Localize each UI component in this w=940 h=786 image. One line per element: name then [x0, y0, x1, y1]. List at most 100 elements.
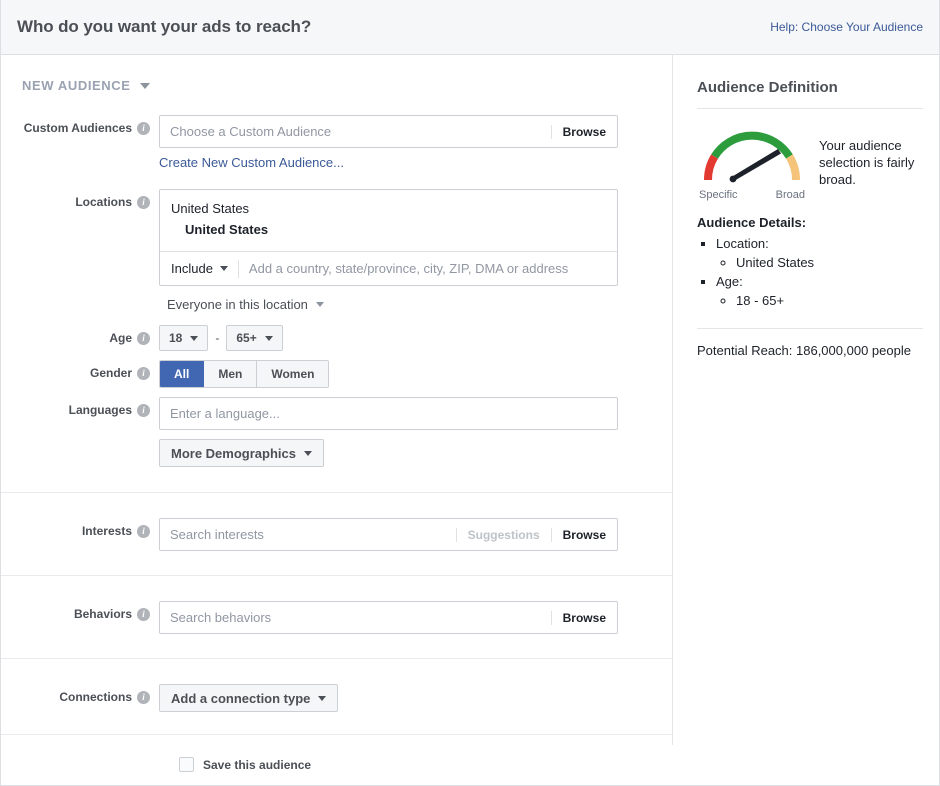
add-connection-type-button[interactable]: Add a connection type: [159, 684, 338, 712]
age-min-value: 18: [169, 331, 182, 345]
chevron-down-icon: [140, 83, 150, 89]
languages-label-wrap: Languages i: [1, 397, 159, 417]
location-item[interactable]: United States: [171, 219, 606, 240]
custom-audiences-browse-button[interactable]: Browse: [551, 125, 617, 139]
audience-gauge-wrap: Specific Broad Your audience selection i…: [697, 125, 923, 201]
behaviors-row: Behaviors i Browse: [1, 601, 672, 634]
behaviors-browse-button[interactable]: Browse: [551, 611, 617, 625]
age-control: 18 - 65+: [159, 325, 672, 351]
more-demographics-spacer: [1, 439, 159, 445]
audience-detail-age-value: 18 - 65+: [736, 291, 923, 310]
audience-detail-location: Location: United States: [716, 234, 923, 272]
age-min-dropdown[interactable]: 18: [159, 325, 208, 351]
behaviors-control: Browse: [159, 601, 672, 634]
info-icon[interactable]: i: [137, 196, 150, 209]
gender-option-women[interactable]: Women: [257, 361, 328, 387]
page-title: Who do you want your ads to reach?: [17, 17, 311, 37]
locations-label: Locations: [75, 195, 132, 209]
gender-option-men[interactable]: Men: [204, 361, 257, 387]
info-icon[interactable]: i: [137, 122, 150, 135]
chevron-down-icon: [316, 302, 324, 307]
more-demographics-button[interactable]: More Demographics: [159, 439, 324, 467]
interests-suggestions-button[interactable]: Suggestions: [456, 528, 551, 542]
ads-audience-page: Who do you want your ads to reach? Help:…: [0, 0, 940, 786]
languages-control: [159, 397, 672, 430]
potential-reach: Potential Reach: 186,000,000 people: [697, 343, 923, 358]
location-audience-scope-label: Everyone in this location: [167, 297, 308, 312]
behaviors-label-wrap: Behaviors i: [1, 601, 159, 621]
chevron-down-icon: [265, 336, 273, 341]
locations-row: Locations i United States United States …: [1, 189, 672, 316]
connections-label: Connections: [59, 690, 132, 704]
custom-audiences-label-wrap: Custom Audiences i: [1, 115, 159, 135]
locations-input-row: Include: [160, 251, 617, 285]
interests-input[interactable]: [160, 527, 456, 542]
gender-control: All Men Women: [159, 360, 672, 388]
custom-audiences-input[interactable]: [160, 124, 551, 139]
location-include-label: Include: [171, 261, 213, 276]
interests-label-wrap: Interests i: [1, 518, 159, 538]
gender-option-all[interactable]: All: [160, 361, 204, 387]
behaviors-label: Behaviors: [74, 607, 132, 621]
save-audience-label: Save this audience: [203, 758, 311, 772]
gender-label: Gender: [90, 366, 132, 380]
connections-control: Add a connection type: [159, 684, 672, 712]
page-body: NEW AUDIENCE Custom Audiences i Browse: [1, 55, 939, 772]
audience-detail-location-value: United States: [736, 253, 923, 272]
custom-audiences-label: Custom Audiences: [24, 121, 132, 135]
interests-section: Interests i Suggestions Browse: [1, 493, 672, 576]
audience-detail-location-label: Location:: [716, 236, 769, 251]
info-icon[interactable]: i: [137, 608, 150, 621]
behaviors-box: Browse: [159, 601, 618, 634]
demographics-section: Custom Audiences i Browse Create New Cus…: [1, 115, 672, 493]
chevron-down-icon: [304, 451, 312, 456]
chevron-down-icon: [190, 336, 198, 341]
age-row: Age i 18 - 65+: [1, 325, 672, 351]
interests-box: Suggestions Browse: [159, 518, 618, 551]
save-audience-checkbox[interactable]: [179, 757, 194, 772]
gauge-labels: Specific Broad: [697, 189, 807, 201]
languages-input[interactable]: [160, 406, 617, 421]
interests-browse-button[interactable]: Browse: [551, 528, 617, 542]
more-demographics-label: More Demographics: [171, 446, 296, 461]
help-link[interactable]: Help: Choose Your Audience: [770, 20, 923, 34]
chevron-down-icon: [220, 266, 228, 271]
gauge-label-broad: Broad: [776, 189, 805, 201]
divider: [697, 108, 923, 109]
behaviors-input[interactable]: [160, 610, 551, 625]
custom-audiences-control: Browse Create New Custom Audience...: [159, 115, 672, 180]
info-icon[interactable]: i: [137, 367, 150, 380]
audience-gauge: Specific Broad: [697, 125, 807, 201]
add-connection-type-label: Add a connection type: [171, 691, 310, 706]
location-audience-scope-dropdown[interactable]: Everyone in this location: [167, 297, 324, 312]
gender-label-wrap: Gender i: [1, 360, 159, 380]
page-header: Who do you want your ads to reach? Help:…: [1, 0, 939, 55]
age-max-dropdown[interactable]: 65+: [226, 325, 282, 351]
info-icon[interactable]: i: [137, 525, 150, 538]
locations-box: United States United States Include: [159, 189, 618, 286]
languages-label: Languages: [69, 403, 132, 417]
location-include-dropdown[interactable]: Include: [160, 260, 239, 278]
info-icon[interactable]: i: [137, 691, 150, 704]
more-demographics-control: More Demographics: [159, 439, 672, 467]
languages-row: Languages i: [1, 397, 672, 430]
behaviors-section: Behaviors i Browse: [1, 576, 672, 659]
audience-definition-title: Audience Definition: [697, 79, 923, 96]
age-separator: -: [215, 331, 219, 345]
info-icon[interactable]: i: [137, 404, 150, 417]
locations-label-wrap: Locations i: [1, 189, 159, 209]
locations-list: United States United States: [160, 190, 617, 251]
age-label-wrap: Age i: [1, 325, 159, 345]
info-icon[interactable]: i: [137, 332, 150, 345]
create-custom-audience-link[interactable]: Create New Custom Audience...: [159, 155, 344, 170]
audience-definition-panel: Audience Definition: [672, 55, 939, 745]
audience-form: NEW AUDIENCE Custom Audiences i Browse: [1, 55, 672, 772]
audience-detail-age: Age: 18 - 65+: [716, 272, 923, 310]
custom-audiences-row: Custom Audiences i Browse Create New Cus…: [1, 115, 672, 180]
locations-control: United States United States Include: [159, 189, 672, 316]
new-audience-label: NEW AUDIENCE: [22, 78, 131, 93]
new-audience-selector[interactable]: NEW AUDIENCE: [22, 78, 150, 93]
interests-row: Interests i Suggestions Browse: [1, 518, 672, 551]
locations-input[interactable]: [239, 261, 617, 276]
gender-segmented-control: All Men Women: [159, 360, 329, 388]
